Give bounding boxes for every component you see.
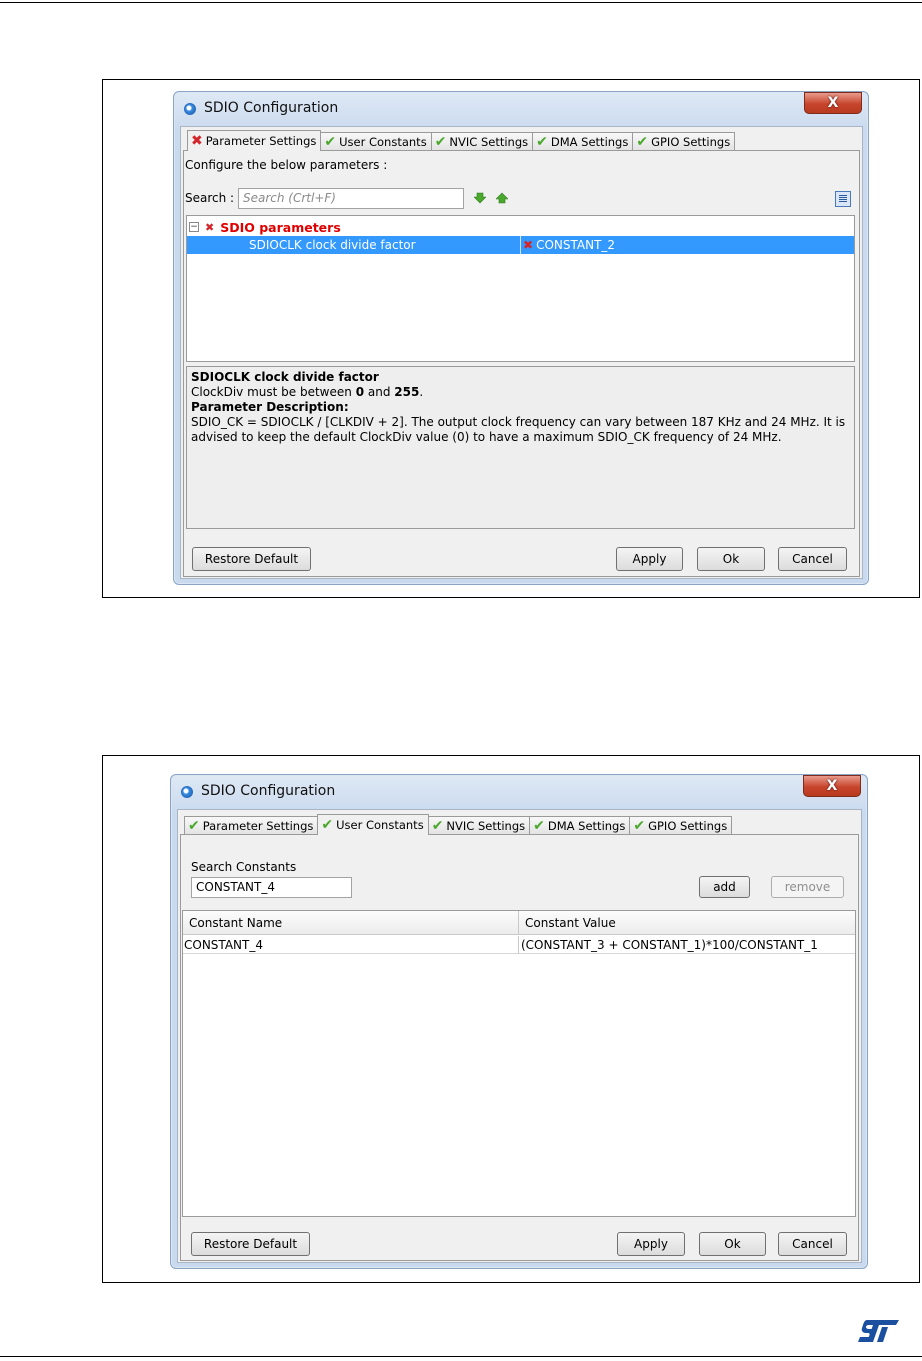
param-value-text: CONSTANT_2	[536, 238, 616, 252]
tab-parameter-settings[interactable]: ✔ Parameter Settings	[184, 816, 319, 835]
constant-value-cell: (CONSTANT_3 + CONSTANT_1)*100/CONSTANT_1	[521, 938, 818, 952]
checkmark-icon: ✔	[633, 818, 646, 834]
tab-nvic-settings[interactable]: ✔ NVIC Settings	[427, 816, 531, 835]
title-bar: SDIO Configuration X	[171, 775, 867, 809]
dialog-title: SDIO Configuration	[204, 100, 339, 116]
intro-text: Configure the below parameters :	[185, 158, 388, 172]
search-constants-input[interactable]: CONSTANT_4	[191, 877, 352, 898]
search-input[interactable]: Search (Crtl+F)	[238, 188, 464, 209]
tab-label: Parameter Settings	[205, 134, 317, 148]
table-header: Constant Name Constant Value	[183, 911, 855, 935]
param-name: SDIOCLK clock divide factor	[249, 238, 416, 252]
tab-label: User Constants	[339, 135, 427, 149]
description-line-2: advised to keep the default ClockDiv val…	[191, 430, 782, 444]
arrow-up-icon[interactable]	[496, 192, 508, 204]
description-line-1: SDIO_CK = SDIOCLK / [CLKDIV + 2]. The ou…	[191, 415, 846, 429]
error-x-icon: ✖	[523, 238, 534, 252]
parameter-settings-panel: Configure the below parameters : Search …	[183, 150, 860, 577]
close-button[interactable]: X	[803, 775, 861, 797]
arrow-down-icon[interactable]	[474, 192, 486, 204]
param-description-heading: Parameter Description:	[191, 400, 349, 414]
list-view-icon[interactable]	[835, 191, 851, 207]
tab-label: GPIO Settings	[651, 135, 731, 149]
ok-button[interactable]: Ok	[697, 547, 765, 571]
tab-label: DMA Settings	[550, 135, 629, 149]
tab-bar: ✔ Parameter Settings ✔ User Constants ✔ …	[184, 813, 733, 835]
tree-group-sdio-parameters[interactable]: − ✖ SDIO parameters	[189, 218, 341, 236]
collapse-icon[interactable]: −	[189, 222, 199, 232]
close-icon: X	[827, 95, 839, 111]
checkmark-icon: ✔	[188, 818, 200, 834]
checkmark-icon: ✔	[434, 134, 447, 150]
checkmark-icon: ✔	[636, 134, 649, 150]
apply-button[interactable]: Apply	[617, 1232, 685, 1256]
tab-label: DMA Settings	[547, 819, 626, 833]
dialog-title: SDIO Configuration	[201, 783, 336, 799]
checkmark-icon: ✔	[321, 817, 334, 833]
tab-label: NVIC Settings	[446, 819, 526, 833]
column-divider	[518, 911, 519, 935]
tab-label: User Constants	[336, 818, 424, 832]
apply-button[interactable]: Apply	[616, 547, 683, 571]
ok-button[interactable]: Ok	[699, 1232, 766, 1256]
column-divider	[518, 936, 519, 954]
cancel-button[interactable]: Cancel	[778, 547, 847, 571]
user-constants-panel: Search Constants CONSTANT_4 add remove C…	[180, 834, 859, 1261]
tab-user-constants[interactable]: ✔ User Constants	[317, 814, 429, 835]
remove-constant-button[interactable]: remove	[771, 876, 844, 898]
error-x-icon: ✖	[205, 220, 215, 234]
app-icon	[181, 786, 193, 798]
st-logo	[858, 1320, 899, 1342]
sdio-configuration-dialog-1: SDIO Configuration X ✖ Parameter Setting…	[173, 91, 869, 585]
top-rule	[0, 2, 922, 3]
column-divider	[520, 236, 521, 254]
tab-user-constants[interactable]: ✔ User Constants	[320, 132, 432, 151]
constants-table: Constant Name Constant Value CONSTANT_4 …	[182, 910, 856, 1217]
tab-gpio-settings[interactable]: ✔ GPIO Settings	[629, 816, 733, 835]
cancel-button[interactable]: Cancel	[778, 1232, 847, 1256]
tab-label: NVIC Settings	[449, 135, 529, 149]
description-pane: SDIOCLK clock divide factor ClockDiv mus…	[186, 366, 855, 529]
tab-label: GPIO Settings	[648, 819, 728, 833]
tree-row-sdioclk-divide[interactable]: SDIOCLK clock divide factor ✖ CONSTANT_2	[187, 236, 854, 254]
description-title: SDIOCLK clock divide factor	[191, 370, 379, 384]
table-row[interactable]: CONSTANT_4 (CONSTANT_3 + CONSTANT_1)*100…	[183, 936, 855, 954]
search-constants-label: Search Constants	[191, 860, 297, 874]
restore-default-button[interactable]: Restore Default	[191, 1232, 310, 1256]
title-bar: SDIO Configuration X	[174, 92, 868, 126]
checkmark-icon: ✔	[536, 134, 548, 150]
tab-label: Parameter Settings	[202, 819, 314, 833]
range-text: ClockDiv must be between 0 and 255.	[191, 385, 424, 399]
tab-dma-settings[interactable]: ✔ DMA Settings	[529, 816, 631, 835]
checkmark-icon: ✔	[324, 134, 337, 150]
restore-default-button[interactable]: Restore Default	[192, 547, 311, 571]
dialog-client: ✖ Parameter Settings ✔ User Constants ✔ …	[180, 126, 863, 579]
bottom-rule	[0, 1356, 922, 1357]
column-constant-name[interactable]: Constant Name	[189, 916, 282, 930]
app-icon	[184, 103, 196, 115]
constant-name-cell: CONSTANT_4	[184, 938, 263, 952]
close-button[interactable]: X	[804, 92, 862, 114]
tab-nvic-settings[interactable]: ✔ NVIC Settings	[430, 132, 534, 151]
add-constant-button[interactable]: add	[699, 876, 750, 898]
tab-dma-settings[interactable]: ✔ DMA Settings	[532, 132, 634, 151]
error-x-icon: ✖	[191, 133, 203, 149]
checkmark-icon: ✔	[431, 818, 444, 834]
column-constant-value[interactable]: Constant Value	[525, 916, 616, 930]
tree-group-label: SDIO parameters	[220, 219, 341, 235]
param-value[interactable]: ✖ CONSTANT_2	[523, 238, 615, 252]
parameter-tree: − ✖ SDIO parameters SDIOCLK clock divide…	[186, 215, 855, 362]
tab-parameter-settings[interactable]: ✖ Parameter Settings	[187, 130, 322, 151]
sdio-configuration-dialog-2: SDIO Configuration X ✔ Parameter Setting…	[170, 774, 868, 1269]
tab-gpio-settings[interactable]: ✔ GPIO Settings	[632, 132, 736, 151]
checkmark-icon: ✔	[533, 818, 545, 834]
search-label: Search :	[185, 191, 235, 205]
dialog-client: ✔ Parameter Settings ✔ User Constants ✔ …	[177, 809, 862, 1263]
close-icon: X	[826, 778, 838, 794]
tab-bar: ✖ Parameter Settings ✔ User Constants ✔ …	[187, 129, 736, 151]
